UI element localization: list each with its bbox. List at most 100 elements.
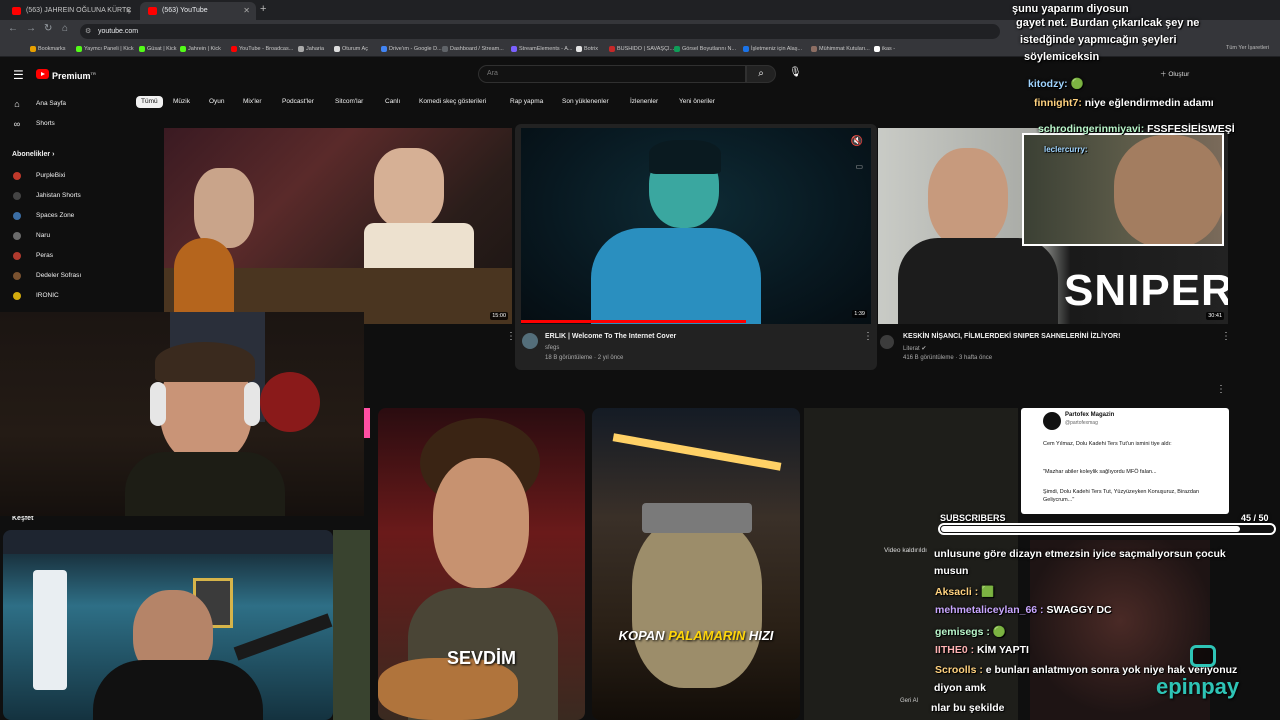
playback-progress[interactable]: [521, 320, 746, 323]
chip-1[interactable]: Müzik: [168, 96, 195, 108]
video-thumbnail[interactable]: 15:00: [164, 128, 512, 324]
sidebar-subscription[interactable]: Spaces Zone: [12, 210, 74, 222]
subscription-name: PurpleBixi: [36, 172, 66, 179]
video-duration: 30:41: [1206, 312, 1224, 320]
chip-5[interactable]: Sitcom'lar: [330, 96, 368, 108]
tweet-handle: @partofexmag: [1065, 420, 1098, 426]
youtube-favicon-icon: [12, 7, 21, 15]
chat-username: leclercurry:: [1044, 145, 1088, 154]
sidebar-item-home[interactable]: ⌂ Ana Sayfa: [12, 98, 66, 110]
channel-avatar[interactable]: [522, 333, 538, 349]
short-caption: SEVDİM: [446, 648, 516, 668]
browser-tab[interactable]: (563) JAHREIN OĞLUNA KÜRTÇ ✕: [4, 2, 138, 20]
subs-header-label: Abonelikler: [12, 151, 51, 158]
sidebar-subscription[interactable]: Naru: [12, 230, 50, 242]
bookmark-item[interactable]: Botrix: [576, 44, 598, 54]
bookmark-item[interactable]: StreamElements - A...: [511, 44, 573, 54]
create-button[interactable]: ＋ Oluştur: [1160, 68, 1189, 78]
back-icon[interactable]: ←: [8, 23, 18, 34]
site-info-icon[interactable]: ⚙: [85, 24, 91, 39]
channel-avatar[interactable]: [880, 335, 894, 349]
bookmark-item[interactable]: Oturum Aç: [334, 44, 368, 54]
chip-3[interactable]: Mix'ler: [238, 96, 267, 108]
chip-6[interactable]: Canlı: [380, 96, 405, 108]
bookmark-item[interactable]: Bookmarks: [30, 44, 66, 54]
short-thumbnail[interactable]: KOPAN PALAMARIN HIZI: [592, 408, 800, 720]
bookmark-item[interactable]: Görsel Boyutlarını N...: [674, 44, 736, 54]
mute-icon[interactable]: 🔇: [851, 136, 863, 147]
forward-icon[interactable]: →: [26, 23, 36, 34]
new-tab-icon[interactable]: +: [260, 3, 266, 15]
undo-button[interactable]: Geri Al: [900, 698, 918, 704]
bookmark-item[interactable]: Dashboard / Stream...: [442, 44, 504, 54]
search-icon[interactable]: ⌕: [746, 65, 776, 83]
more-options-icon[interactable]: ⋮: [863, 331, 873, 342]
chip-7[interactable]: Komedi skeç gösterileri: [414, 96, 491, 108]
chip-2[interactable]: Oyun: [204, 96, 230, 108]
chip-8[interactable]: Rap yapma: [505, 96, 548, 108]
reload-icon[interactable]: ↻: [44, 23, 52, 34]
chat-username: mehmetaliceylan_66 :: [935, 604, 1044, 616]
face-closeup: [1114, 135, 1222, 244]
chat-text: nlar bu şekilde: [931, 702, 1005, 714]
sidebar-item-shorts[interactable]: ∞ Shorts: [12, 118, 55, 130]
sidebar-subscription[interactable]: Jahistan Shorts: [12, 190, 81, 202]
tab-title: (563) YouTube: [162, 7, 208, 14]
bookmark-item[interactable]: Mühimmat Kutuları...: [811, 44, 870, 54]
bookmark-item[interactable]: BUSHIDO | SAVAŞÇI...: [609, 44, 674, 54]
bookmark-item[interactable]: Drive'ım - Google D...: [381, 44, 442, 54]
verified-icon: ✔: [921, 346, 927, 352]
sidebar-label: Ana Sayfa: [36, 100, 66, 107]
close-tab-icon[interactable]: ✕: [243, 2, 250, 20]
address-bar[interactable]: ⚙ youtube.com: [80, 24, 1000, 39]
tweet-text: "Mazhar abiler koleylik sağlıyordu MFÖ f…: [1043, 469, 1157, 475]
video-title[interactable]: KESKİN NİŞANCI, FİLMLERDEKİ SNIPER SAHNE…: [903, 333, 1120, 340]
bookmark-item[interactable]: Jaharia: [298, 44, 324, 54]
browser-tab-active[interactable]: (563) YouTube ✕: [140, 2, 256, 20]
video-meta: 18 B görüntüleme · 2 yıl önce: [545, 355, 624, 361]
search-input[interactable]: Ara: [478, 65, 746, 83]
channel-avatar: [13, 272, 21, 280]
tweet-avatar: [1043, 412, 1061, 430]
channel-name[interactable]: sfegs: [545, 345, 559, 351]
subscriptions-header[interactable]: Abonelikler ›: [12, 151, 54, 158]
bookmark-item[interactable]: ikas -: [874, 44, 895, 54]
youtube-logo[interactable]: PremiumTR: [36, 67, 96, 81]
all-bookmarks[interactable]: Tüm Yer İşaretleri: [1226, 45, 1269, 51]
subscription-name: IRONIC: [36, 292, 59, 299]
chip-0[interactable]: Tümü: [136, 96, 163, 108]
bookmark-item[interactable]: Yaymcı Paneli | Kick: [76, 44, 134, 54]
more-options-icon[interactable]: ⋮: [1221, 331, 1231, 342]
close-tab-icon[interactable]: ✕: [125, 2, 132, 20]
bookmark-item[interactable]: Jahrein | Kick: [180, 44, 221, 54]
rope-coil: [632, 518, 762, 688]
sidebar-subscription[interactable]: PurpleBixi: [12, 170, 65, 182]
chip-11[interactable]: Yeni öneriler: [674, 96, 720, 108]
tab-title: (563) JAHREIN OĞLUNA KÜRTÇ: [26, 7, 132, 14]
shorts-icon: ∞: [13, 119, 21, 129]
captions-icon[interactable]: ▭: [855, 162, 863, 171]
chip-10[interactable]: İzlenenler: [625, 96, 663, 108]
person-head: [928, 148, 1008, 248]
chat-username: schrodingerinmiyavi:: [1038, 123, 1145, 135]
bookmark-item[interactable]: İşletmeniz için Alaş...: [743, 44, 802, 54]
home-icon[interactable]: ⌂: [62, 23, 68, 34]
sidebar-subscription[interactable]: Dedeler Sofrası: [12, 270, 81, 282]
sidebar-subscription[interactable]: Peras: [12, 250, 53, 262]
video-thumbnail[interactable]: 🔇 ▭ 1:39: [521, 128, 871, 324]
bookmark-item[interactable]: YouTube - Broadcas...: [231, 44, 293, 54]
more-options-icon[interactable]: ⋮: [1216, 384, 1226, 395]
hamburger-menu-icon[interactable]: ☰: [13, 68, 24, 82]
video-title[interactable]: ERLIK | Welcome To The Internet Cover: [545, 333, 676, 340]
channel-avatar: [13, 232, 21, 240]
video-meta: 416 B görüntüleme · 3 hafta önce: [903, 355, 993, 361]
channel-name[interactable]: Literat ✔: [903, 345, 926, 352]
short-thumbnail[interactable]: SEVDİM: [378, 408, 585, 720]
sidebar-subscription[interactable]: IRONIC: [12, 290, 59, 302]
thumbnail-text: SNIPER: [1064, 266, 1228, 315]
microphone-icon[interactable]: 🎙: [789, 67, 802, 78]
channel-name-text: Literat: [903, 346, 920, 352]
chip-4[interactable]: Podcast'ler: [277, 96, 319, 108]
chip-9[interactable]: Son yüklenenler: [557, 96, 614, 108]
bookmark-item[interactable]: Güsat | Kick: [139, 44, 177, 54]
